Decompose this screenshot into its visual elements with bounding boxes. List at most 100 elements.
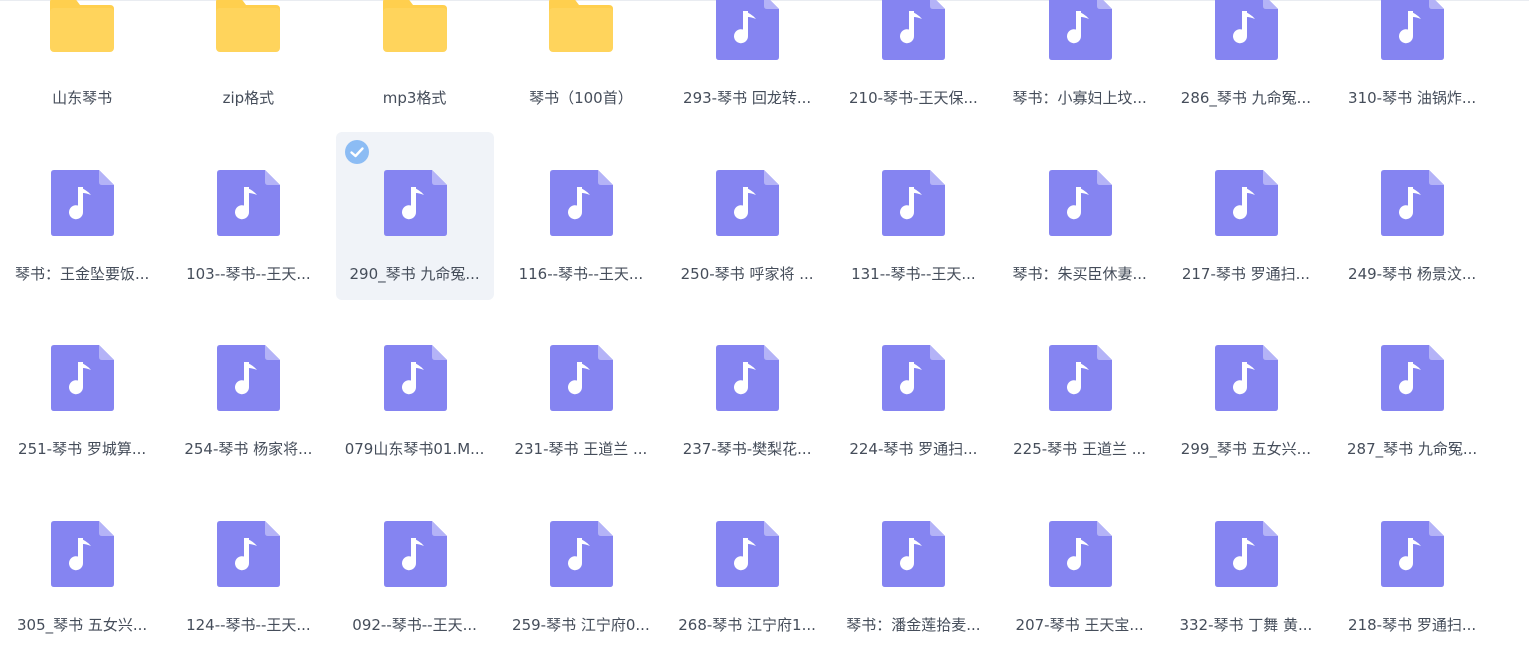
file-name: 217-琴书 罗通扫... (1181, 264, 1310, 283)
music-note-icon (541, 164, 621, 240)
file-name: 218-琴书 罗通扫... (1348, 615, 1477, 634)
file-item[interactable]: 332-琴书 丁舞 黄... (1167, 483, 1325, 651)
file-name: 131--琴书--王天... (851, 264, 976, 283)
music-note-icon (375, 339, 455, 415)
file-item[interactable]: 287_琴书 九命冤... (1333, 307, 1491, 475)
music-note-icon (208, 515, 288, 591)
file-item[interactable]: 231-琴书 王道兰 ... (502, 307, 660, 475)
music-note-icon (42, 164, 122, 240)
file-name: 299_琴书 五女兴... (1180, 440, 1311, 458)
file-name: 290_琴书 九命冤... (349, 264, 480, 283)
file-name: 293-琴书 回龙转... (683, 89, 812, 107)
music-note-icon (375, 515, 455, 591)
file-name: 249-琴书 杨景汶... (1348, 264, 1477, 283)
file-item[interactable]: 131--琴书--王天... (834, 132, 992, 300)
music-note-icon (707, 164, 787, 240)
folder-item[interactable]: 山东琴书 (3, 0, 161, 124)
file-item[interactable]: 286_琴书 九命冤... (1167, 0, 1325, 124)
music-note-icon (873, 164, 953, 240)
file-item[interactable]: 305_琴书 五女兴... (3, 483, 161, 651)
music-note-icon (707, 515, 787, 591)
file-name: 210-琴书-王天保... (849, 89, 978, 107)
file-name: 305_琴书 五女兴... (16, 615, 148, 634)
file-name: 琴书：朱买臣休妻... (1012, 264, 1147, 283)
music-note-icon (541, 339, 621, 415)
file-name: 237-琴书-樊梨花... (682, 440, 812, 458)
file-item[interactable]: 224-琴书 罗通扫... (834, 307, 992, 475)
file-item[interactable]: 103--琴书--王天... (169, 132, 327, 300)
file-grid: 山东琴书 zip格式 mp3格式 琴书（100首） 293-琴书 回龙转... 210-琴… (0, 0, 1529, 638)
file-item[interactable]: 琴书：潘金莲拾麦... (834, 483, 992, 651)
file-name: 254-琴书 杨家将... (184, 440, 313, 458)
music-note-icon (1372, 339, 1452, 415)
file-name: 332-琴书 丁舞 黄... (1179, 615, 1313, 634)
file-name: 124--琴书--王天... (186, 615, 311, 634)
file-item[interactable]: 310-琴书 油锅炸... (1333, 0, 1491, 124)
folder-item[interactable]: mp3格式 (336, 0, 494, 124)
file-name: 231-琴书 王道兰 ... (514, 440, 648, 458)
file-name: 286_琴书 九命冤... (1180, 89, 1311, 107)
music-note-icon (1206, 515, 1286, 591)
file-item[interactable]: 299_琴书 五女兴... (1167, 307, 1325, 475)
music-note-icon (208, 339, 288, 415)
file-name: 琴书：潘金莲拾麦... (846, 615, 981, 634)
file-name: 琴书：小寡妇上坟... (1012, 89, 1147, 107)
folder-item[interactable]: zip格式 (169, 0, 327, 124)
music-note-icon (873, 515, 953, 591)
file-item[interactable]: 293-琴书 回龙转... (668, 0, 826, 124)
file-name: 251-琴书 罗城算... (18, 440, 147, 458)
file-item[interactable]: 210-琴书-王天保... (834, 0, 992, 124)
file-name: zip格式 (222, 89, 275, 107)
music-note-icon (42, 515, 122, 591)
file-item[interactable]: 琴书：朱买臣休妻... (1001, 132, 1159, 300)
file-name: mp3格式 (382, 89, 447, 107)
folder-item[interactable]: 琴书（100首） (502, 0, 660, 124)
file-item[interactable]: 124--琴书--王天... (169, 483, 327, 651)
file-name: 琴书（100首） (529, 89, 633, 107)
file-name: 287_琴书 九命冤... (1346, 440, 1478, 458)
file-item[interactable]: 217-琴书 罗通扫... (1167, 132, 1325, 300)
file-item[interactable]: 225-琴书 王道兰 ... (1001, 307, 1159, 475)
music-note-icon (1040, 164, 1120, 240)
file-item[interactable]: 251-琴书 罗城算... (3, 307, 161, 475)
folder-icon (208, 0, 288, 64)
music-note-icon (208, 164, 288, 240)
file-name: 224-琴书 罗通扫... (849, 440, 978, 458)
music-note-icon (541, 515, 621, 591)
music-note-icon (707, 339, 787, 415)
file-item[interactable]: 207-琴书 王天宝... (1001, 483, 1159, 651)
file-item[interactable]: 琴书：小寡妇上坟... (1001, 0, 1159, 124)
file-name: 250-琴书 呼家将 ... (680, 264, 814, 283)
file-item[interactable]: 250-琴书 呼家将 ... (668, 132, 826, 300)
music-note-icon (873, 339, 953, 415)
folder-icon (541, 0, 621, 64)
file-item[interactable]: 116--琴书--王天... (502, 132, 660, 300)
file-item[interactable]: 琴书：王金坠要饭... (3, 132, 161, 300)
file-name: 琴书：王金坠要饭... (14, 264, 150, 283)
file-name: 079山东琴书01.M... (344, 440, 485, 458)
music-note-icon (1040, 515, 1120, 591)
music-note-icon (873, 0, 953, 64)
file-name: 207-琴书 王天宝... (1015, 615, 1144, 634)
file-item[interactable]: 079山东琴书01.M... (336, 307, 494, 475)
file-name: 116--琴书--王天... (518, 264, 644, 283)
file-item[interactable]: 237-琴书-樊梨花... (668, 307, 826, 475)
checkmark-icon[interactable] (344, 139, 369, 164)
music-note-icon (1040, 0, 1120, 64)
file-item[interactable]: 092--琴书--王天... (336, 483, 494, 651)
file-name: 092--琴书--王天... (352, 615, 477, 634)
folder-icon (375, 0, 455, 64)
file-name: 259-琴书 江宁府0... (512, 615, 650, 634)
file-item[interactable]: 290_琴书 九命冤... (335, 131, 494, 300)
file-item[interactable]: 218-琴书 罗通扫... (1333, 483, 1491, 651)
file-name: 山东琴书 (52, 89, 113, 107)
music-note-icon (1206, 164, 1286, 240)
music-note-icon (42, 339, 122, 415)
file-item[interactable]: 268-琴书 江宁府1... (668, 483, 826, 651)
music-note-icon (1372, 164, 1452, 240)
file-item[interactable]: 254-琴书 杨家将... (169, 307, 327, 475)
file-item[interactable]: 259-琴书 江宁府0... (502, 483, 660, 651)
file-item[interactable]: 249-琴书 杨景汶... (1333, 132, 1491, 300)
music-note-icon (1372, 515, 1452, 591)
music-note-icon (1206, 339, 1286, 415)
